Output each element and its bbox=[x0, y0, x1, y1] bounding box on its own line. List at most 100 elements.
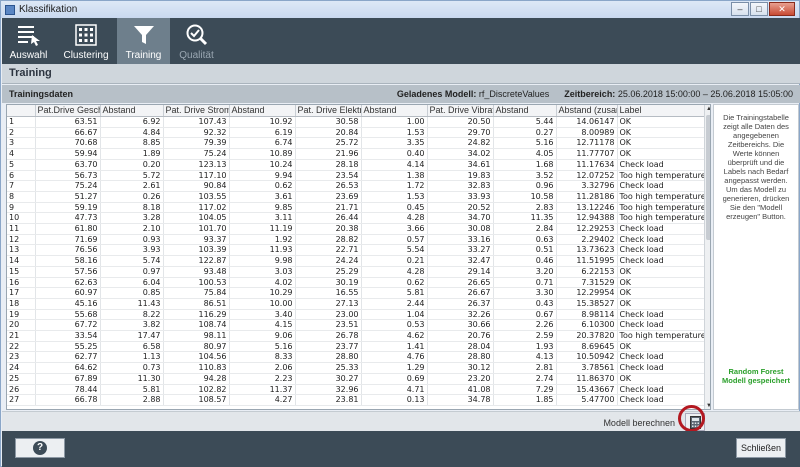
table-row[interactable]: 12 71.69 0.93 93.37 1.92 28.82 0.57 33.16 0.63 2.… bbox=[7, 234, 705, 246]
table-row[interactable]: 24 64.62 0.73 110.83 2.06 25.33 1.29 30.12 2.81 3… bbox=[7, 362, 705, 374]
column-header[interactable]: Pat.Drive Geschw bbox=[35, 105, 101, 117]
label-cell[interactable]: Too high temperature bbox=[617, 212, 705, 225]
value-cell: 75.24 bbox=[35, 180, 101, 192]
label-cell[interactable]: OK bbox=[617, 137, 705, 150]
value-cell: 8.00989 bbox=[556, 127, 618, 139]
table-row[interactable]: 20 67.72 3.82 108.74 4.15 23.51 0.53 30.66 2.26 6… bbox=[7, 319, 705, 332]
table-row[interactable]: 16 62.63 6.04 100.53 4.02 30.19 0.62 26.65 0.71 7… bbox=[7, 277, 705, 289]
vertical-scrollbar[interactable]: ▲ ▼ bbox=[704, 105, 710, 409]
minimize-button[interactable]: – bbox=[731, 2, 749, 16]
close-window-button[interactable]: ✕ bbox=[769, 2, 795, 16]
column-header[interactable]: Pat. Drive Elektri bbox=[295, 105, 362, 117]
table-row[interactable]: 15 57.56 0.97 93.48 3.03 25.29 4.28 29.14 3.20 6.… bbox=[7, 266, 705, 278]
table-row[interactable]: 11 61.80 2.10 101.70 11.19 20.38 3.66 30.08 2.84… bbox=[7, 223, 705, 235]
scroll-down-icon[interactable]: ▼ bbox=[705, 402, 710, 409]
column-header[interactable]: Abstand bbox=[493, 105, 557, 117]
label-cell[interactable]: OK bbox=[617, 373, 705, 385]
column-header[interactable]: Pat. Drive Stroms bbox=[163, 105, 230, 117]
training-table[interactable]: Pat.Drive GeschwAbstandPat. Drive Stroms… bbox=[6, 104, 711, 410]
label-cell[interactable]: OK bbox=[617, 341, 705, 353]
table-row[interactable]: 26 78.44 5.81 102.82 11.37 32.96 4.71 41.08 7.29… bbox=[7, 384, 705, 396]
value-cell: 16.55 bbox=[295, 287, 362, 299]
row-index-cell: 12 bbox=[7, 234, 36, 246]
nav-item-qualitaet[interactable]: Qualität bbox=[170, 18, 223, 64]
scroll-up-icon[interactable]: ▲ bbox=[705, 105, 710, 113]
value-cell: 12.29253 bbox=[556, 223, 618, 235]
label-cell[interactable]: OK bbox=[617, 298, 705, 310]
table-row[interactable]: 19 55.68 8.22 116.29 3.40 23.00 1.04 32.26 0.67 8… bbox=[7, 309, 705, 321]
label-cell[interactable]: OK bbox=[617, 148, 705, 160]
nav-item-clustering[interactable]: Clustering bbox=[55, 18, 117, 64]
value-cell: 0.53 bbox=[361, 319, 428, 332]
table-row[interactable]: 7 75.24 2.61 90.84 0.62 26.53 1.72 32.83 0.96 3.3… bbox=[7, 180, 705, 192]
value-cell: 103.39 bbox=[163, 244, 230, 257]
column-header-index[interactable] bbox=[7, 105, 36, 117]
label-cell[interactable]: Check load bbox=[617, 362, 705, 374]
label-cell[interactable]: OK bbox=[617, 266, 705, 278]
label-cell[interactable]: Too high temperature bbox=[617, 191, 705, 203]
side-help-text: Die Trainingstabelle zeigt alle Daten de… bbox=[722, 113, 790, 221]
table-row[interactable]: 21 33.54 17.47 98.11 9.06 26.78 4.62 20.76 2.59 2… bbox=[7, 330, 705, 342]
help-button[interactable]: ? bbox=[15, 438, 65, 458]
value-cell: 1.41 bbox=[361, 341, 428, 353]
label-cell[interactable]: Too high temperature bbox=[617, 170, 705, 182]
column-header[interactable]: Abstand bbox=[361, 105, 428, 117]
label-cell[interactable]: OK bbox=[617, 287, 705, 299]
column-header[interactable]: Abstand bbox=[229, 105, 296, 117]
value-cell: 3.20 bbox=[493, 266, 557, 278]
column-header[interactable]: Abstand (zusamm bbox=[556, 105, 618, 117]
table-row[interactable]: 23 62.77 1.13 104.56 8.33 28.80 4.76 28.80 4.13 1… bbox=[7, 351, 705, 364]
value-cell: 45.16 bbox=[35, 298, 101, 310]
table-row[interactable]: 1 63.51 6.92 107.43 10.92 30.58 1.00 20.50 5.44 1… bbox=[7, 116, 705, 128]
label-cell[interactable]: Check load bbox=[617, 255, 705, 267]
label-cell[interactable]: OK bbox=[617, 116, 705, 128]
label-cell[interactable]: Too high temperature bbox=[617, 330, 705, 342]
value-cell: 33.16 bbox=[427, 234, 494, 246]
table-row[interactable]: 13 76.56 3.93 103.39 11.93 22.71 5.54 33.27 0.51… bbox=[7, 244, 705, 257]
maximize-button[interactable]: □ bbox=[750, 2, 768, 16]
table-row[interactable]: 8 51.27 0.26 103.55 3.61 23.69 1.53 33.93 10.58 1… bbox=[7, 191, 705, 203]
label-cell[interactable]: Check load bbox=[617, 309, 705, 321]
label-cell[interactable]: Check load bbox=[617, 159, 705, 171]
table-row[interactable]: 25 67.89 11.30 94.28 2.23 30.27 0.69 23.20 2.74 1… bbox=[7, 373, 705, 385]
value-cell: 2.61 bbox=[100, 180, 164, 192]
table-row[interactable]: 18 45.16 11.43 86.51 10.00 27.13 2.44 26.37 0.43… bbox=[7, 298, 705, 310]
value-cell: 21.96 bbox=[295, 148, 362, 160]
table-row[interactable]: 3 70.68 8.85 79.39 6.74 25.72 3.35 24.82 5.16 12.… bbox=[7, 137, 705, 150]
label-cell[interactable]: Too high temperature bbox=[617, 202, 705, 214]
row-index-cell: 27 bbox=[7, 394, 36, 406]
nav-item-training[interactable]: Training bbox=[117, 18, 170, 64]
label-cell[interactable]: Check load bbox=[617, 351, 705, 364]
label-cell[interactable]: OK bbox=[617, 277, 705, 289]
label-cell[interactable]: OK bbox=[617, 127, 705, 139]
value-cell: 10.00 bbox=[229, 298, 296, 310]
column-header[interactable]: Abstand bbox=[100, 105, 164, 117]
table-row[interactable]: 9 59.19 8.18 117.02 9.85 21.71 0.45 20.52 2.83 13… bbox=[7, 202, 705, 214]
column-header[interactable]: Label bbox=[617, 105, 705, 117]
close-button[interactable]: Schließen bbox=[736, 438, 786, 458]
value-cell: 1.93 bbox=[493, 341, 557, 353]
column-header[interactable]: Pat. Drive Vibratio bbox=[427, 105, 494, 117]
value-cell: 4.02 bbox=[229, 277, 296, 289]
table-row[interactable]: 6 56.73 5.72 117.10 9.94 23.54 1.38 19.83 3.52 12… bbox=[7, 170, 705, 182]
table-row[interactable]: 5 63.70 0.20 123.13 10.24 28.18 4.14 34.61 1.68 1… bbox=[7, 159, 705, 171]
table-row[interactable]: 17 60.97 0.85 75.84 10.29 16.55 5.81 26.67 3.30 1… bbox=[7, 287, 705, 299]
label-cell[interactable]: Check load bbox=[617, 180, 705, 192]
table-row[interactable]: 22 55.25 6.58 80.97 5.16 23.77 1.41 28.04 1.93 8.… bbox=[7, 341, 705, 353]
label-cell[interactable]: Check load bbox=[617, 234, 705, 246]
table-row[interactable]: 10 47.73 3.28 104.05 3.11 26.44 4.28 34.70 11.35… bbox=[7, 212, 705, 225]
calc-model-label: Modell berechnen bbox=[603, 418, 675, 428]
table-row[interactable]: 27 66.78 2.88 108.57 4.27 23.81 0.13 34.78 1.85 5… bbox=[7, 394, 705, 406]
label-cell[interactable]: Check load bbox=[617, 394, 705, 406]
table-row[interactable]: 4 59.94 1.89 75.24 10.89 21.96 0.40 34.02 4.05 11… bbox=[7, 148, 705, 160]
row-index-cell: 10 bbox=[7, 212, 36, 225]
label-cell[interactable]: Check load bbox=[617, 384, 705, 396]
scroll-thumb[interactable] bbox=[706, 115, 710, 240]
table-row[interactable]: 14 58.16 5.74 122.87 9.98 24.24 0.21 32.47 0.46 1… bbox=[7, 255, 705, 267]
value-cell: 4.76 bbox=[361, 351, 428, 364]
label-cell[interactable]: Check load bbox=[617, 319, 705, 332]
table-row[interactable]: 2 66.67 4.84 92.32 6.19 20.84 1.53 29.70 0.27 8.0… bbox=[7, 127, 705, 139]
label-cell[interactable]: Check load bbox=[617, 223, 705, 235]
nav-item-auswahl[interactable]: Auswahl bbox=[2, 18, 55, 64]
label-cell[interactable]: Check load bbox=[617, 244, 705, 257]
